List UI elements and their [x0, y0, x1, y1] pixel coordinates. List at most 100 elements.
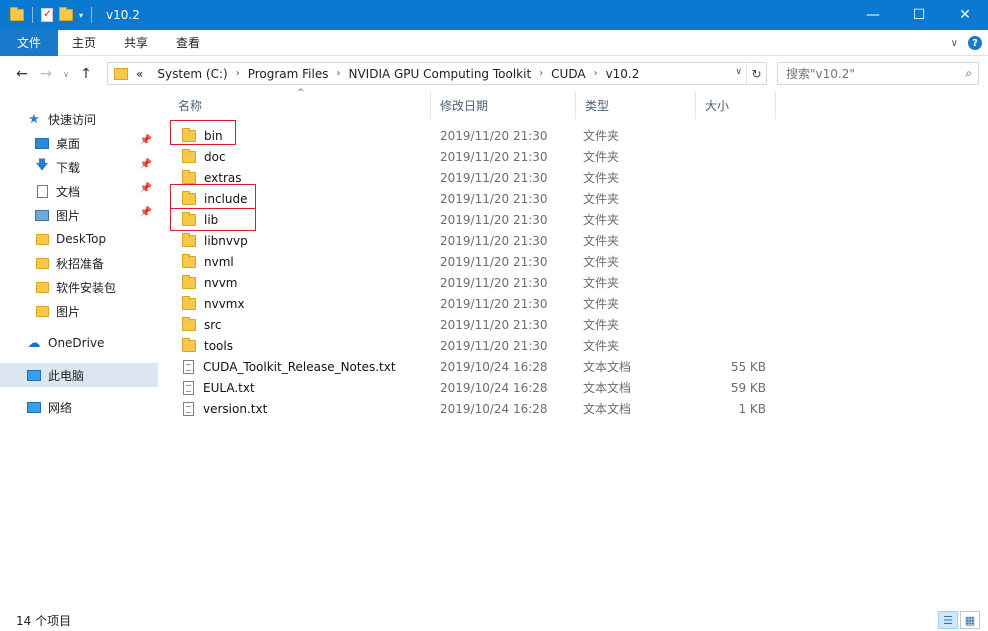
pin-icon[interactable]: 📌	[140, 135, 152, 146]
window-title: v10.2	[106, 8, 140, 22]
address-row: ← → ∨ ↑ « System (C:) › Program Files › …	[0, 57, 988, 91]
sort-ascending-icon: ^	[297, 88, 305, 98]
list-item[interactable]: lib 2019/11/20 21:30 文件夹	[169, 209, 779, 230]
list-item[interactable]: nvvmx 2019/11/20 21:30 文件夹	[169, 293, 779, 314]
breadcrumb-nvidia-toolkit[interactable]: NVIDIA GPU Computing Toolkit	[348, 67, 531, 81]
sidebar-item-desktop-folder[interactable]: DeskTop	[0, 227, 158, 251]
new-folder-icon[interactable]	[59, 7, 73, 21]
sidebar-item-this-pc[interactable]: 此电脑	[0, 363, 158, 387]
file-date: 2019/11/20 21:30	[440, 296, 548, 311]
search-box[interactable]: ⌕	[777, 62, 979, 85]
tab-view[interactable]: 查看	[162, 30, 214, 56]
tab-file[interactable]: 文件	[0, 29, 58, 56]
folder-icon	[182, 148, 196, 163]
column-header-name[interactable]: ^ 名称	[169, 88, 431, 119]
text-file-icon	[183, 380, 194, 395]
folder-icon	[10, 7, 24, 21]
chevron-right-icon[interactable]: ›	[336, 68, 340, 79]
file-date: 2019/11/20 21:30	[440, 275, 548, 290]
customize-dropdown-icon[interactable]: ▾	[79, 11, 83, 20]
folder-icon	[182, 232, 196, 247]
chevron-right-icon[interactable]: ›	[594, 68, 598, 79]
maximize-button[interactable]: ☐	[896, 0, 942, 30]
large-icons-view-icon[interactable]: ▦	[960, 611, 980, 629]
file-date: 2019/11/20 21:30	[440, 191, 548, 206]
breadcrumb-system-c[interactable]: System (C:)	[157, 67, 227, 81]
folder-icon	[182, 295, 196, 310]
list-item[interactable]: EULA.txt 2019/10/24 16:28 文本文档 59 KB	[169, 377, 779, 398]
title-bar: ▾ v10.2 — ☐ ✕	[0, 0, 988, 30]
chevron-right-icon[interactable]: ›	[539, 68, 543, 79]
properties-icon[interactable]	[41, 7, 53, 22]
tab-share[interactable]: 共享	[110, 30, 162, 56]
folder-icon	[182, 274, 196, 289]
annotation-box-include	[170, 184, 256, 209]
navigation-buttons: ← → ∨ ↑	[0, 64, 108, 84]
network-icon	[26, 399, 42, 415]
sidebar-item-pictures[interactable]: 图片 📌	[0, 203, 158, 227]
column-header-type[interactable]: 类型	[576, 91, 696, 119]
file-size	[696, 209, 776, 230]
sidebar-item-label: 网络	[48, 400, 73, 415]
column-header-size[interactable]: 大小	[696, 91, 776, 119]
file-type: 文件夹	[583, 129, 620, 143]
sidebar-item-network[interactable]: 网络	[0, 395, 158, 419]
recent-locations-icon[interactable]: ∨	[60, 64, 72, 84]
computer-icon	[26, 367, 42, 383]
sidebar-item-pictures-folder[interactable]: 图片	[0, 299, 158, 323]
file-size	[696, 251, 776, 272]
sidebar-item-quick-access[interactable]: ★ 快速访问	[0, 107, 158, 131]
folder-icon	[34, 255, 50, 271]
file-type: 文件夹	[583, 150, 620, 164]
breadcrumb-program-files[interactable]: Program Files	[248, 67, 329, 81]
folder-icon	[182, 253, 196, 268]
sidebar-item-documents[interactable]: 文档 📌	[0, 179, 158, 203]
chevron-right-icon[interactable]: ›	[236, 68, 240, 79]
breadcrumb-cuda[interactable]: CUDA	[551, 67, 585, 81]
list-item[interactable]: CUDA_Toolkit_Release_Notes.txt 2019/10/2…	[169, 356, 779, 377]
address-bar[interactable]: « System (C:) › Program Files › NVIDIA G…	[107, 62, 767, 85]
sidebar-item-installers[interactable]: 软件安装包	[0, 275, 158, 299]
list-item[interactable]: include 2019/11/20 21:30 文件夹	[169, 188, 779, 209]
close-button[interactable]: ✕	[942, 0, 988, 30]
minimize-button[interactable]: —	[850, 0, 896, 30]
up-arrow-icon[interactable]: ↑	[76, 64, 96, 84]
annotation-box-lib	[170, 208, 256, 231]
sidebar-item-downloads[interactable]: 🡇 下载 📌	[0, 155, 158, 179]
sidebar-item-label: 此电脑	[48, 368, 85, 383]
list-item[interactable]: tools 2019/11/20 21:30 文件夹	[169, 335, 779, 356]
refresh-icon[interactable]: ↻	[746, 63, 766, 84]
list-item[interactable]: version.txt 2019/10/24 16:28 文本文档 1 KB	[169, 398, 779, 419]
list-item[interactable]: doc 2019/11/20 21:30 文件夹	[169, 146, 779, 167]
search-input[interactable]	[786, 66, 956, 81]
list-item[interactable]: src 2019/11/20 21:30 文件夹	[169, 314, 779, 335]
address-dropdown-icon[interactable]: ∨	[735, 67, 742, 77]
sidebar-item-desktop[interactable]: 桌面 📌	[0, 131, 158, 155]
sidebar-item-onedrive[interactable]: ☁ OneDrive	[0, 331, 158, 355]
column-header-date[interactable]: 修改日期	[431, 91, 576, 119]
help-icon[interactable]: ?	[968, 36, 982, 50]
back-arrow-icon[interactable]: ←	[12, 64, 32, 84]
file-type: 文件夹	[583, 255, 620, 269]
pin-icon[interactable]: 📌	[140, 159, 152, 170]
file-size	[696, 314, 776, 335]
column-label: 修改日期	[440, 98, 489, 113]
details-view-icon[interactable]: ☰	[938, 611, 958, 629]
divider	[91, 7, 93, 23]
list-item[interactable]: nvvm 2019/11/20 21:30 文件夹	[169, 272, 779, 293]
pin-icon[interactable]: 📌	[140, 207, 152, 218]
list-item[interactable]: bin 2019/11/20 21:30 文件夹	[169, 125, 779, 146]
expand-ribbon-icon[interactable]: ∨	[951, 38, 958, 49]
file-type: 文件夹	[583, 234, 620, 248]
sidebar-item-autumn-prep[interactable]: 秋招准备	[0, 251, 158, 275]
list-item[interactable]: libnvvp 2019/11/20 21:30 文件夹	[169, 230, 779, 251]
breadcrumb-overflow[interactable]: «	[136, 67, 143, 81]
file-date: 2019/11/20 21:30	[440, 317, 548, 332]
forward-arrow-icon[interactable]: →	[36, 64, 56, 84]
list-item[interactable]: nvml 2019/11/20 21:30 文件夹	[169, 251, 779, 272]
tab-home[interactable]: 主页	[58, 30, 110, 56]
breadcrumb-v10-2[interactable]: v10.2	[606, 67, 640, 81]
list-item[interactable]: extras 2019/11/20 21:30 文件夹	[169, 167, 779, 188]
pin-icon[interactable]: 📌	[140, 183, 152, 194]
file-type: 文件夹	[583, 192, 620, 206]
